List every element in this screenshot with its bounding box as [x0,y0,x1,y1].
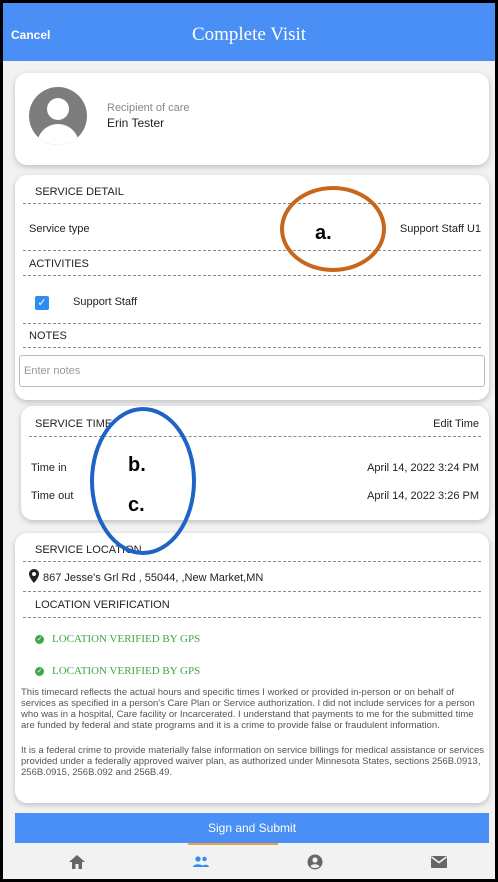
page-title: Complete Visit [191,24,307,45]
check-circle-icon: ✓ [35,666,44,676]
home-icon[interactable] [67,853,87,871]
service-type-value: Support Staff U1 [399,223,481,235]
time-in-label: Time in [31,462,67,474]
divider [23,617,481,618]
service-location-card: SERVICE LOCATION 867 Jesse's Grl Rd , 55… [15,533,489,803]
annotation-ellipse-bc [90,407,196,555]
location-address: 867 Jesse's Grl Rd , 55044, ,New Market,… [43,572,264,584]
edit-time-button[interactable]: Edit Time [433,418,479,430]
notes-heading: NOTES [29,330,67,342]
verified-row-2: ✓ LOCATION VERIFIED BY GPS [35,665,200,677]
location-verification-heading: LOCATION VERIFICATION [35,599,170,611]
bottom-nav [3,843,495,879]
service-type-label: Service type [29,223,90,235]
avatar [29,87,87,145]
time-in-value: April 14, 2022 3:24 PM [367,462,479,474]
support-staff-checkbox[interactable]: ✓ [35,296,49,310]
activity-label: Support Staff [73,296,138,308]
verified-row-1: ✓ LOCATION VERIFIED BY GPS [35,633,200,645]
avatar-head [47,98,69,120]
activities-heading: ACTIVITIES [29,258,89,270]
annotation-label-a: a. [315,222,332,244]
recipient-name: Erin Tester [107,116,165,130]
header-bar: Cancel Complete Visit [3,3,495,61]
divider [23,347,481,348]
disclaimer-text-1: This timecard reflects the actual hours … [21,687,475,731]
people-icon[interactable] [191,853,211,871]
annotation-label-c: c. [128,494,145,516]
notes-input[interactable] [19,355,485,387]
service-time-heading: SERVICE TIME [35,418,113,430]
divider [29,436,481,437]
recipient-card: Recipient of care Erin Tester [15,73,489,165]
service-detail-card: SERVICE DETAIL Service type Support Staf… [15,175,489,400]
recipient-label: Recipient of care [107,102,190,114]
divider [23,275,481,276]
time-out-value: April 14, 2022 3:26 PM [367,490,479,502]
account-icon[interactable] [305,853,325,871]
verified-label: LOCATION VERIFIED BY GPS [52,633,201,645]
time-out-label: Time out [31,490,74,502]
disclaimer-text-2: It is a federal crime to provide materia… [21,745,485,778]
mail-icon[interactable] [429,853,449,871]
service-detail-heading: SERVICE DETAIL [35,186,124,198]
sign-and-submit-button[interactable]: Sign and Submit [15,813,489,843]
annotation-label-b: b. [128,454,146,476]
avatar-body [37,124,79,145]
active-tab-indicator [188,843,278,845]
verified-label: LOCATION VERIFIED BY GPS [52,665,201,677]
annotation-circle-a [280,186,386,272]
divider [23,203,481,204]
app-frame: Cancel Complete Visit Recipient of care … [3,3,495,879]
divider [23,323,481,324]
location-pin-icon [29,569,39,583]
check-circle-icon: ✓ [35,634,44,644]
divider [23,250,481,251]
divider [23,561,481,562]
divider [23,591,481,592]
